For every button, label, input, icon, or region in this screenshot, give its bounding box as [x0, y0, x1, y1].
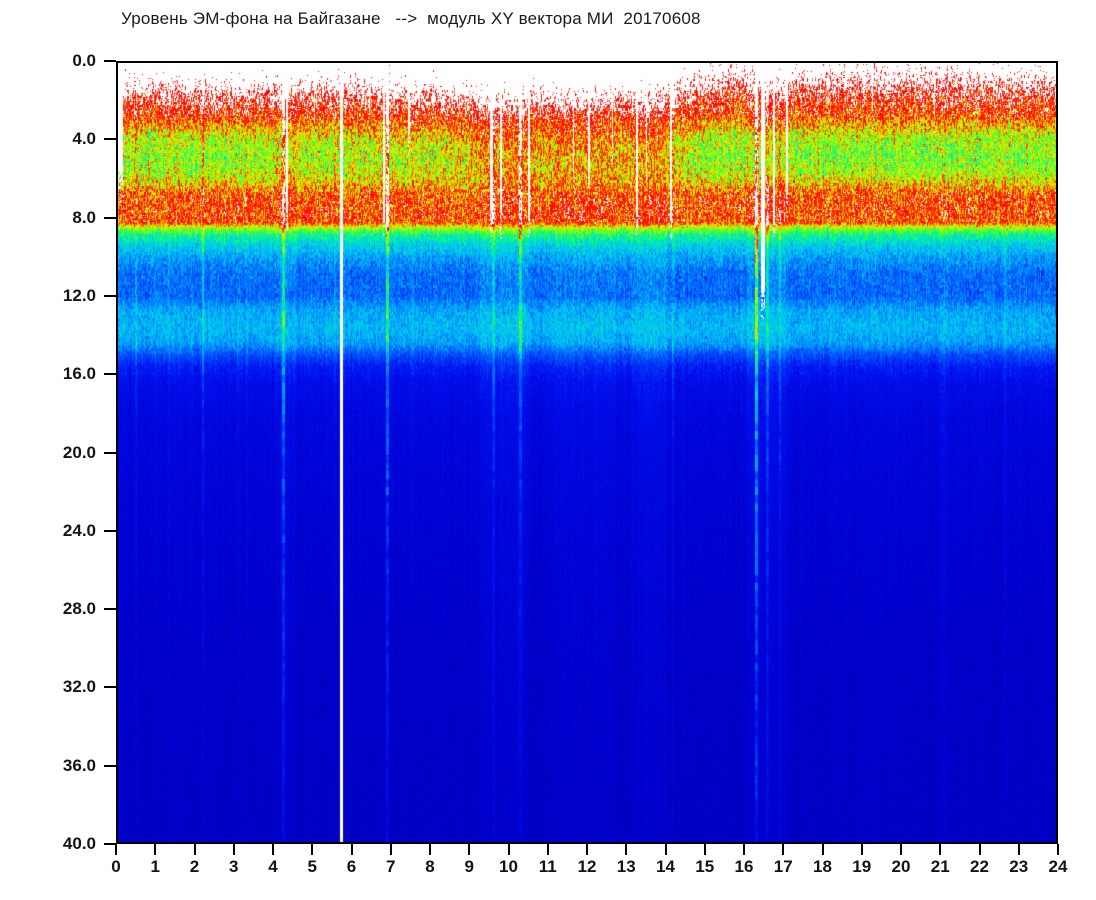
- x-tick-label: 20: [891, 857, 911, 876]
- x-tick-label: 1: [150, 857, 160, 876]
- x-axis-tick: [232, 844, 235, 855]
- y-tick-label: 40.0: [62, 834, 96, 853]
- x-axis-tick: [468, 844, 471, 855]
- x-axis-tick: [154, 844, 157, 855]
- x-tick-label: 19: [852, 857, 872, 876]
- x-axis-tick: [664, 844, 667, 855]
- x-tick-label: 11: [538, 857, 557, 876]
- x-tick-label: 15: [695, 857, 715, 876]
- x-axis-tick: [311, 844, 314, 855]
- x-axis-tick: [350, 844, 353, 855]
- x-axis-tick: [429, 844, 431, 855]
- y-axis-tick: [104, 373, 116, 376]
- chart-title: Уровень ЭМ-фона на Байгазане --> модуль …: [121, 9, 701, 28]
- x-tick-label: 8: [425, 857, 435, 876]
- x-tick-label: 16: [734, 857, 754, 876]
- x-axis-tick: [1057, 844, 1059, 855]
- x-tick-label: 21: [930, 857, 950, 876]
- y-axis-tick: [104, 138, 116, 141]
- x-axis-tick: [507, 844, 510, 855]
- y-tick-label: 4.0: [72, 129, 96, 149]
- y-axis-tick: [104, 686, 116, 689]
- x-axis-tick: [821, 844, 824, 855]
- x-tick-label: 14: [656, 857, 675, 876]
- y-axis-tick: [104, 529, 116, 532]
- x-tick-label: 6: [346, 857, 357, 876]
- x-axis-tick: [939, 844, 942, 855]
- x-tick-label: 13: [616, 857, 636, 876]
- y-tick-label: 36.0: [62, 755, 96, 775]
- x-tick-label: 22: [970, 857, 989, 876]
- spectrogram-heatmap: [118, 63, 1056, 842]
- y-axis-tick: [104, 451, 116, 454]
- y-tick-label: 20.0: [62, 442, 96, 462]
- y-tick-label: 8.0: [72, 207, 96, 227]
- x-tick-label: 4: [268, 857, 278, 876]
- x-axis-tick: [546, 844, 549, 855]
- y-axis-tick: [104, 608, 116, 611]
- y-tick-label: 28.0: [62, 599, 96, 619]
- x-tick-label: 5: [307, 857, 317, 876]
- x-axis-tick: [115, 844, 117, 855]
- y-axis-tick: [104, 294, 116, 297]
- x-axis-tick: [743, 844, 745, 855]
- x-axis-tick: [978, 844, 981, 855]
- x-tick-label: 18: [813, 857, 832, 876]
- y-tick-label: 16.0: [62, 364, 96, 384]
- y-tick-label: 12.0: [62, 285, 96, 305]
- x-tick-label: 10: [499, 857, 518, 876]
- x-axis-tick: [625, 844, 628, 855]
- y-axis-tick: [104, 216, 116, 219]
- x-axis-tick: [900, 844, 902, 855]
- x-axis-tick: [860, 844, 863, 855]
- plot-frame: [116, 61, 1058, 844]
- x-axis-tick: [782, 844, 785, 855]
- x-axis-tick: [272, 844, 274, 855]
- x-tick-label: 23: [1009, 857, 1029, 876]
- x-tick-label: 7: [386, 857, 396, 876]
- x-tick-label: 0: [111, 857, 121, 876]
- x-tick-label: 2: [189, 857, 200, 876]
- x-axis-tick: [703, 844, 706, 855]
- x-tick-label: 12: [577, 857, 597, 876]
- em-background-spectrogram-window: Уровень ЭМ-фона на Байгазане --> модуль …: [0, 0, 1096, 900]
- x-tick-label: 24: [1048, 857, 1068, 876]
- x-tick-label: 17: [773, 857, 793, 876]
- y-tick-label: 24.0: [62, 520, 96, 540]
- x-axis-tick: [586, 844, 588, 855]
- x-axis-tick: [193, 844, 196, 855]
- x-axis-tick: [1017, 844, 1020, 855]
- y-tick-label: 32.0: [62, 677, 96, 697]
- y-tick-label: 0.0: [72, 51, 96, 70]
- x-tick-label: 9: [464, 857, 474, 876]
- x-tick-label: 3: [229, 857, 239, 876]
- y-axis-tick: [104, 764, 116, 767]
- x-axis-tick: [389, 844, 392, 855]
- y-axis-tick: [104, 60, 116, 62]
